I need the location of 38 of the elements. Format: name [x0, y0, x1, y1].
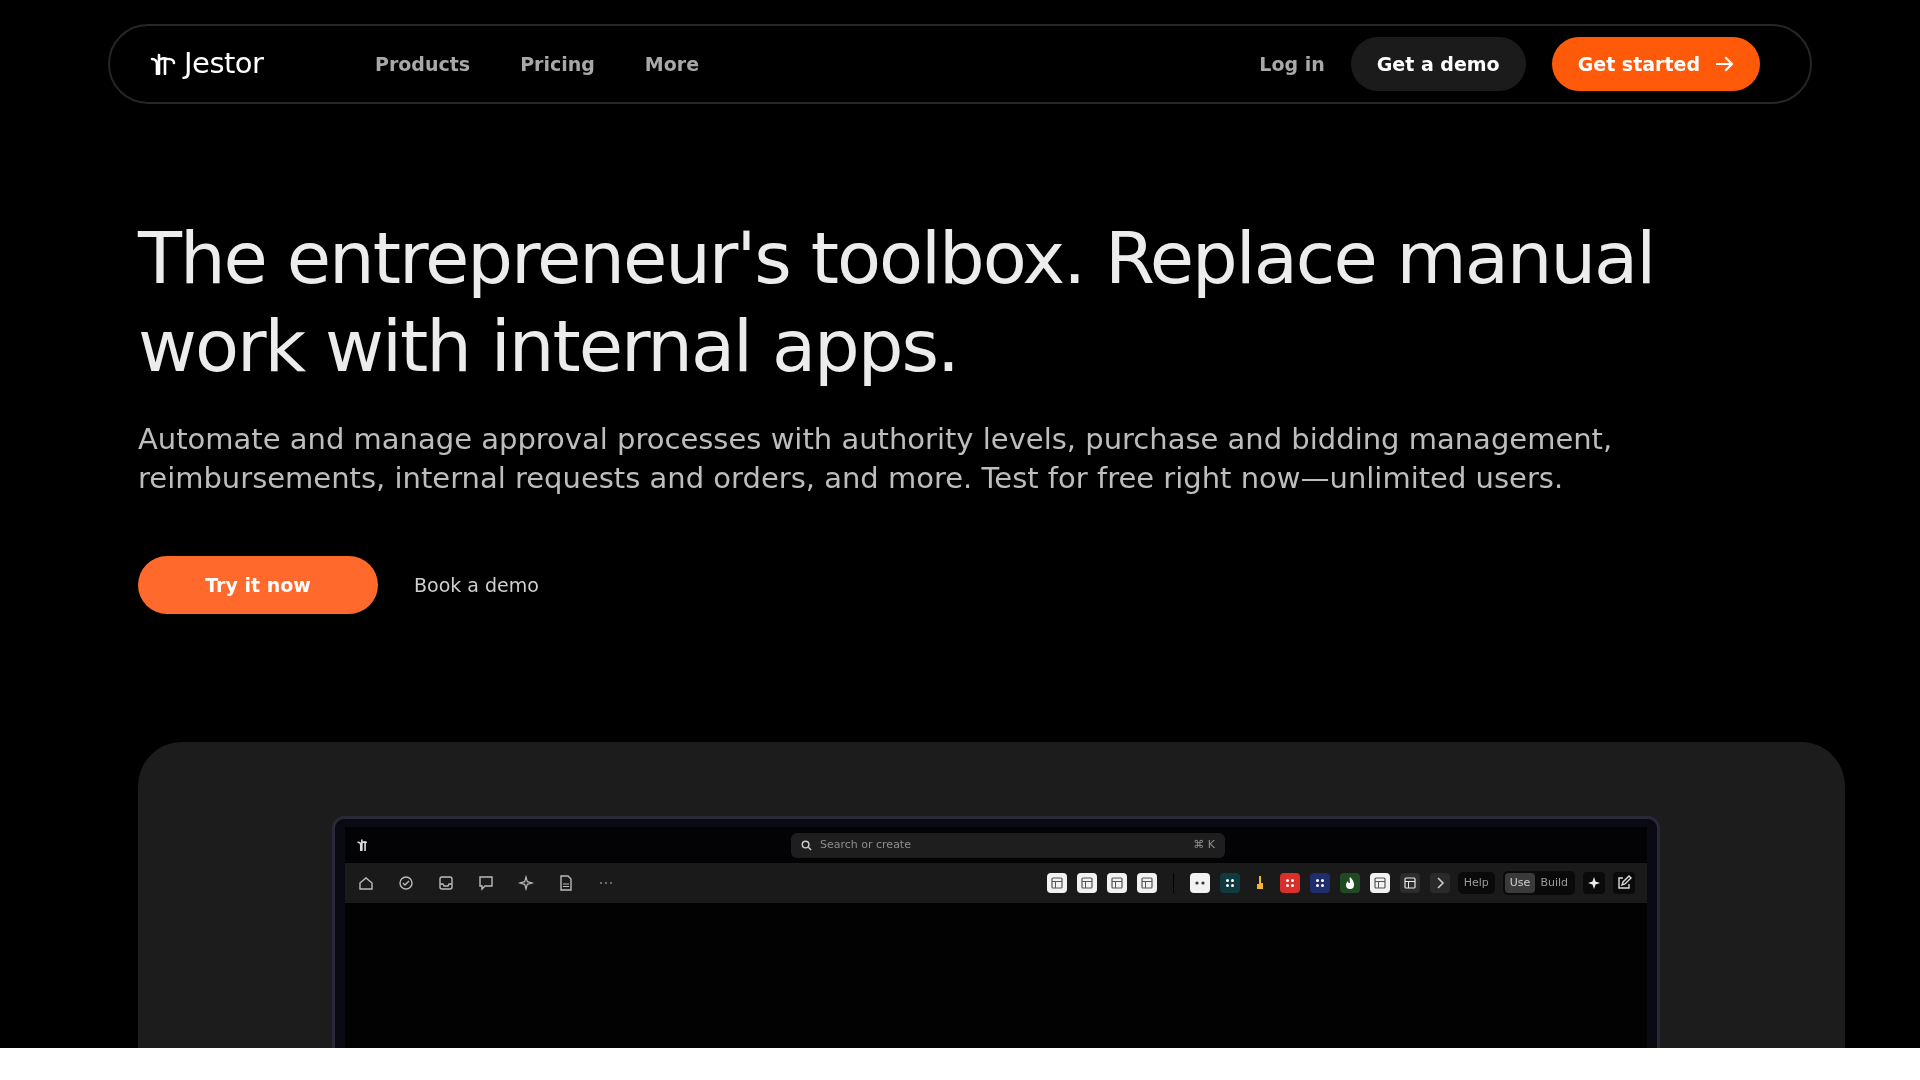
table-icon[interactable]	[1076, 873, 1097, 893]
arrow-icon	[1716, 56, 1734, 72]
flame-icon[interactable]	[1339, 873, 1360, 893]
brand-name: Jestor	[184, 45, 264, 83]
document-icon[interactable]	[557, 874, 575, 892]
check-circle-icon[interactable]	[397, 874, 415, 892]
demo-button[interactable]: Get a demo	[1350, 36, 1526, 92]
chevron-icon[interactable]	[1429, 873, 1450, 893]
inbox-icon[interactable]	[437, 874, 455, 892]
table-icon[interactable]	[1369, 873, 1390, 893]
dots-icon[interactable]	[1309, 873, 1330, 893]
search-placeholder: Search or create	[820, 836, 911, 853]
table-icon[interactable]	[1399, 873, 1420, 893]
table-icon[interactable]	[1136, 873, 1157, 893]
search-field[interactable]: Search or create ⌘ K	[791, 832, 1225, 858]
logo-icon	[150, 53, 176, 75]
dots-icon[interactable]	[1279, 873, 1300, 893]
search-icon	[801, 839, 812, 851]
nav-link[interactable]: Pricing	[520, 49, 595, 79]
mode-tab[interactable]: Use	[1504, 872, 1536, 894]
hero-description: Automate and manage approval processes with authority levels, purchase and bidding management, reimbursements, internal requests and orders, and more. Test for free right now—unlimited users.	[138, 421, 1614, 497]
nav-link[interactable]: More	[644, 49, 700, 79]
book-demo-link[interactable]: Book a demo	[408, 569, 545, 601]
dots-icon[interactable]	[1219, 873, 1240, 893]
edit-icon[interactable]	[1613, 872, 1635, 894]
home-icon[interactable]	[357, 874, 375, 892]
mode-tab[interactable]: Build	[1535, 872, 1573, 894]
nav-link[interactable]: Products	[375, 49, 471, 79]
chat-icon[interactable]	[477, 874, 495, 892]
shortcut-hint: ⌘ K	[1193, 836, 1215, 853]
table-icon[interactable]	[1106, 873, 1127, 893]
eyes-icon[interactable]	[1189, 873, 1210, 893]
hero-heading: The entrepreneur's toolbox. Replace manual work with internal apps.	[138, 215, 1656, 390]
table-icon[interactable]	[1046, 873, 1067, 893]
sparkle-icon[interactable]	[1583, 872, 1605, 894]
sparkle-icon[interactable]	[517, 874, 535, 892]
login-link[interactable]: Log in	[1259, 49, 1325, 79]
help-button[interactable]: Help	[1457, 871, 1495, 895]
